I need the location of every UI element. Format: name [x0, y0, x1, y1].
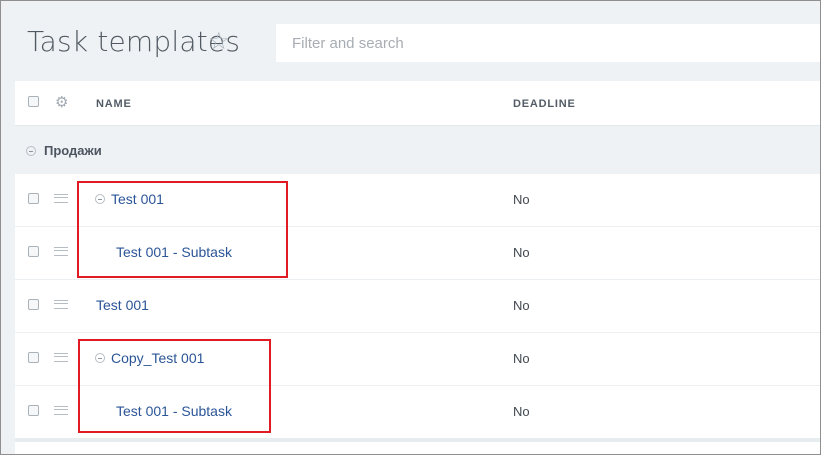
- collapse-group-icon[interactable]: [26, 146, 36, 156]
- deadline-value: No: [513, 351, 530, 366]
- drag-handle-icon[interactable]: [54, 247, 68, 256]
- table-header-row: ⚙ NAME DEADLINE: [15, 81, 820, 126]
- deadline-value: No: [513, 192, 530, 207]
- deadline-value: No: [513, 245, 530, 260]
- table-row: Test 001 - Subtask No: [15, 227, 820, 280]
- drag-handle-icon[interactable]: [54, 406, 68, 415]
- row-checkbox[interactable]: [28, 352, 39, 363]
- gear-icon[interactable]: ⚙: [55, 95, 68, 111]
- table-row: Test 001 No: [15, 174, 820, 227]
- drag-handle-icon[interactable]: [54, 194, 68, 203]
- collapse-row-icon[interactable]: [95, 353, 105, 363]
- group-row: Продажи: [15, 126, 820, 174]
- task-name-link[interactable]: Copy_Test 001: [111, 350, 204, 366]
- collapse-row-icon[interactable]: [95, 194, 105, 204]
- group-label: Продажи: [44, 143, 102, 158]
- deadline-value: No: [513, 404, 530, 419]
- task-name-link[interactable]: Test 001 - Subtask: [116, 244, 232, 260]
- drag-handle-icon[interactable]: [54, 300, 68, 309]
- row-checkbox[interactable]: [28, 299, 39, 310]
- search-input[interactable]: [276, 24, 820, 62]
- row-checkbox[interactable]: [28, 193, 39, 204]
- table-row: Test 001 No: [15, 280, 820, 333]
- table-row: Test 001 - Subtask No: [15, 386, 820, 439]
- task-templates-table: ⚙ NAME DEADLINE Продажи Test 001 No Test…: [15, 81, 820, 454]
- task-name-link[interactable]: Test 001: [111, 191, 164, 207]
- column-header-deadline[interactable]: DEADLINE: [513, 98, 576, 110]
- column-header-name[interactable]: NAME: [96, 98, 132, 110]
- row-checkbox[interactable]: [28, 405, 39, 416]
- task-name-link[interactable]: Test 001: [96, 297, 149, 313]
- table-footer-divider: [15, 438, 820, 442]
- select-all-checkbox[interactable]: [28, 96, 39, 107]
- drag-handle-icon[interactable]: [54, 353, 68, 362]
- page-header: Task templates ☆: [1, 1, 820, 81]
- app-window: Task templates ☆ ⚙ NAME DEADLINE Продажи…: [0, 0, 821, 455]
- row-checkbox[interactable]: [28, 246, 39, 257]
- deadline-value: No: [513, 298, 530, 313]
- table-row: Copy_Test 001 No: [15, 333, 820, 386]
- star-icon[interactable]: ☆: [208, 28, 230, 56]
- task-name-link[interactable]: Test 001 - Subtask: [116, 403, 232, 419]
